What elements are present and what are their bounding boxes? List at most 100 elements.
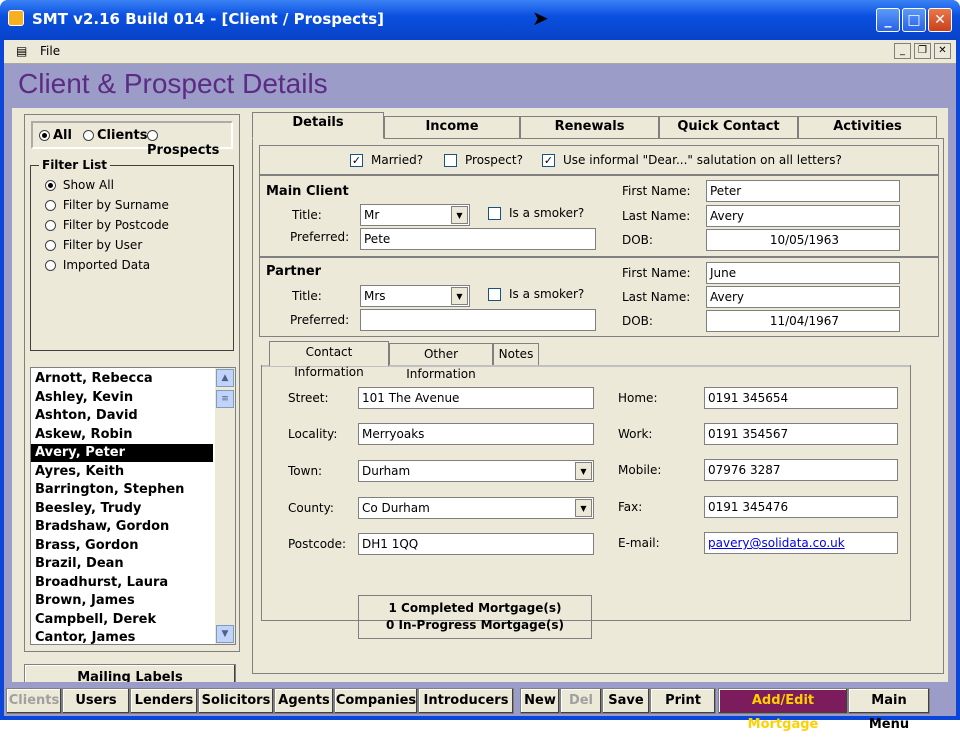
- filter-imported-data[interactable]: Imported Data: [45, 258, 150, 272]
- add-edit-mortgage-button[interactable]: Add/Edit Mortgage: [718, 688, 848, 732]
- maximize-button[interactable]: □: [902, 8, 926, 32]
- list-item[interactable]: Brazil, Dean: [31, 555, 213, 573]
- informal-salutation-checkbox[interactable]: ✓ Use informal "Dear..." salutation on al…: [542, 153, 842, 167]
- town-select[interactable]: Durham ▼: [358, 460, 594, 482]
- companies-button[interactable]: Companies: [334, 688, 418, 714]
- tab-details[interactable]: Details: [252, 112, 384, 139]
- filter-show-all[interactable]: Show All: [45, 178, 114, 192]
- filter-legend: Filter List: [39, 158, 111, 172]
- tab-quick-contact[interactable]: Quick Contact: [659, 116, 798, 138]
- chevron-down-icon[interactable]: ▼: [451, 206, 468, 224]
- street-input[interactable]: 101 The Avenue: [358, 387, 594, 409]
- list-item[interactable]: Askew, Robin: [31, 426, 213, 444]
- menu-bar: ▤ File _ ❐ ✕: [4, 40, 956, 64]
- list-scrollbar[interactable]: ▲ ≡ ▼: [215, 368, 235, 644]
- client-list[interactable]: Arnott, Rebecca Ashley, Kevin Ashton, Da…: [30, 367, 236, 645]
- subtab-other-information[interactable]: Other Information: [389, 343, 493, 381]
- completed-mortgages: 1 Completed Mortgage(s): [388, 601, 562, 615]
- filter-by-user[interactable]: Filter by User: [45, 238, 142, 252]
- fax-label: Fax:: [618, 500, 643, 514]
- mdi-minimize-button[interactable]: _: [894, 43, 911, 59]
- list-item[interactable]: Ayres, Keith: [31, 463, 213, 481]
- partner-first-name-input[interactable]: June: [706, 262, 900, 284]
- partner-preferred-input[interactable]: [360, 309, 596, 331]
- title-bar[interactable]: SMT v2.16 Build 014 - [Client / Prospect…: [0, 0, 960, 40]
- radio-all[interactable]: All: [39, 128, 72, 143]
- subtab-notes[interactable]: Notes: [493, 343, 539, 365]
- mdi-restore-button[interactable]: ❐: [914, 43, 931, 59]
- title-value: Mrs: [364, 289, 386, 303]
- radio-clients[interactable]: Clients: [83, 128, 147, 143]
- new-button[interactable]: New: [520, 688, 560, 714]
- list-item[interactable]: Brass, Gordon: [31, 537, 213, 555]
- list-item[interactable]: Broadhurst, Laura: [31, 574, 213, 592]
- list-item[interactable]: Beesley, Trudy: [31, 500, 213, 518]
- lenders-button[interactable]: Lenders: [130, 688, 198, 714]
- list-item[interactable]: Barrington, Stephen: [31, 481, 213, 499]
- fax-input[interactable]: 0191 345476: [704, 496, 898, 518]
- introducers-button[interactable]: Introducers: [418, 688, 514, 714]
- chevron-down-icon[interactable]: ▼: [451, 287, 468, 305]
- main-client-preferred-input[interactable]: Pete: [360, 228, 596, 250]
- scroll-up-icon[interactable]: ▲: [216, 369, 234, 387]
- minimize-button[interactable]: _: [876, 8, 900, 32]
- agents-button[interactable]: Agents: [274, 688, 334, 714]
- radio-prospects[interactable]: Prospects: [147, 128, 231, 158]
- tab-activities[interactable]: Activities: [798, 116, 937, 138]
- print-button[interactable]: Print: [650, 688, 716, 714]
- main-client-first-name-input[interactable]: Peter: [706, 180, 900, 202]
- delete-button[interactable]: Del: [560, 688, 602, 714]
- list-item[interactable]: Ashton, David: [31, 407, 213, 425]
- filter-by-postcode[interactable]: Filter by Postcode: [45, 218, 169, 232]
- partner-smoker-checkbox[interactable]: Is a smoker?: [488, 287, 584, 301]
- partner-title-select[interactable]: Mrs ▼: [360, 285, 470, 307]
- tab-renewals[interactable]: Renewals: [520, 116, 659, 138]
- save-button[interactable]: Save: [602, 688, 650, 714]
- list-item[interactable]: Brown, James: [31, 592, 213, 610]
- main-client-last-name-input[interactable]: Avery: [706, 205, 900, 227]
- menu-file[interactable]: File: [40, 44, 60, 58]
- document-icon[interactable]: ▤: [16, 44, 27, 58]
- partner-dob-input[interactable]: 11/04/1967: [706, 310, 900, 332]
- locality-label: Locality:: [288, 427, 338, 441]
- list-item[interactable]: Ashley, Kevin: [31, 389, 213, 407]
- prospect-checkbox[interactable]: Prospect?: [444, 153, 523, 167]
- client-type-radio-group: All Clients Prospects: [31, 121, 233, 158]
- mdi-close-button[interactable]: ✕: [934, 43, 951, 59]
- county-select[interactable]: Co Durham ▼: [358, 497, 594, 519]
- mobile-input[interactable]: 07976 3287: [704, 459, 898, 481]
- postcode-input[interactable]: DH1 1QQ: [358, 533, 594, 555]
- subtab-contact-information[interactable]: Contact Information: [269, 341, 389, 379]
- main-client-smoker-checkbox[interactable]: Is a smoker?: [488, 206, 584, 220]
- mouse-cursor-icon: ➤: [532, 6, 549, 30]
- chevron-down-icon[interactable]: ▼: [575, 462, 592, 480]
- close-button[interactable]: ✕: [928, 8, 952, 32]
- work-phone-input[interactable]: 0191 354567: [704, 423, 898, 445]
- email-input[interactable]: pavery@solidata.co.uk: [704, 532, 898, 554]
- list-item[interactable]: Bradshaw, Gordon: [31, 518, 213, 536]
- tab-income[interactable]: Income: [384, 116, 520, 138]
- clients-button[interactable]: Clients: [6, 688, 62, 714]
- partner-last-name-input[interactable]: Avery: [706, 286, 900, 308]
- list-item-selected[interactable]: Avery, Peter: [31, 444, 213, 462]
- list-item[interactable]: Campbell, Derek: [31, 611, 213, 629]
- scroll-thumb[interactable]: ≡: [216, 390, 234, 408]
- mortgage-summary: 1 Completed Mortgage(s) 0 In-Progress Mo…: [358, 595, 592, 639]
- work-label: Work:: [618, 427, 653, 441]
- main-menu-button[interactable]: Main Menu: [848, 688, 930, 732]
- filter-by-surname[interactable]: Filter by Surname: [45, 198, 169, 212]
- chevron-down-icon[interactable]: ▼: [575, 499, 592, 517]
- scroll-down-icon[interactable]: ▼: [216, 625, 234, 643]
- locality-input[interactable]: Merryoaks: [358, 423, 594, 445]
- home-phone-input[interactable]: 0191 345654: [704, 387, 898, 409]
- solicitors-button[interactable]: Solicitors: [198, 688, 274, 714]
- users-button[interactable]: Users: [62, 688, 130, 714]
- main-client-dob-input[interactable]: 10/05/1963: [706, 229, 900, 251]
- list-item[interactable]: Cantor, James: [31, 629, 213, 647]
- list-item[interactable]: Arnott, Rebecca: [31, 370, 213, 388]
- county-label: County:: [288, 501, 334, 515]
- main-client-title-select[interactable]: Mr ▼: [360, 204, 470, 226]
- email-link[interactable]: pavery@solidata.co.uk: [708, 536, 845, 550]
- partner-heading: Partner: [266, 264, 322, 279]
- married-checkbox[interactable]: ✓ Married?: [350, 153, 423, 167]
